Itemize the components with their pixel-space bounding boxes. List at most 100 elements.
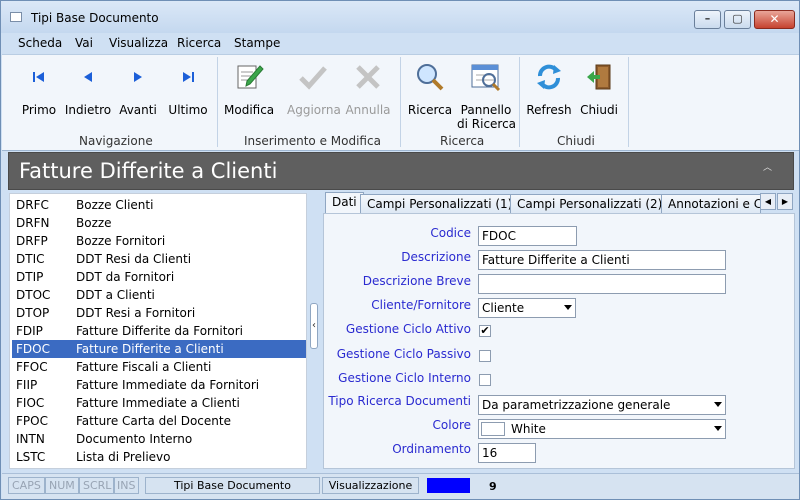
list-item[interactable]: DRFP Bozze Fornitori: [12, 232, 306, 250]
exit-button[interactable]: Chiudi: [579, 61, 619, 117]
tipo-ricerca-select[interactable]: Da parametrizzazione generale: [478, 395, 726, 415]
list-item[interactable]: DTOP DDT Resi a Fornitori: [12, 304, 306, 322]
cliente-fornitore-label: Cliente/Fornitore: [371, 298, 471, 312]
refresh-icon: [532, 61, 566, 93]
edit-button[interactable]: Modifica: [224, 61, 274, 117]
collapse-chevron-icon[interactable]: ︿: [763, 160, 772, 173]
menu-scheda[interactable]: Scheda: [18, 36, 62, 50]
tab-annotazioni[interactable]: Annotazioni e C: [661, 194, 762, 213]
tab-campi-personalizzati-2[interactable]: Campi Personalizzati (2): [510, 194, 670, 213]
status-count: 9: [489, 480, 497, 493]
search-label: Ricerca: [407, 103, 453, 117]
list-item[interactable]: FDOC Fatture Differite a Clienti: [12, 340, 306, 358]
close-button[interactable]: ✕: [754, 10, 795, 29]
cliente-fornitore-select[interactable]: Cliente: [478, 298, 576, 318]
list-item-description: Bozze Fornitori: [76, 234, 166, 248]
list-item[interactable]: DRFC Bozze Clienti: [12, 196, 306, 214]
panel-splitter[interactable]: ‹: [309, 193, 319, 469]
status-module: Tipi Base Documento: [145, 477, 320, 494]
descrizione-breve-label: Descrizione Breve: [362, 274, 471, 288]
exit-label: Chiudi: [580, 103, 618, 117]
color-swatch: [481, 422, 505, 436]
ordinamento-field[interactable]: 16: [478, 443, 536, 463]
search-panel-label: Pannello di Ricerca: [457, 103, 517, 131]
menu-vai[interactable]: Vai: [75, 36, 93, 50]
previous-record-icon: [71, 61, 105, 93]
last-record-button[interactable]: Ultimo: [168, 61, 208, 117]
next-record-button[interactable]: Avanti: [119, 61, 157, 117]
group-label-inserimento: Inserimento e Modifica: [244, 134, 381, 148]
previous-record-button[interactable]: Indietro: [64, 61, 112, 117]
toolbar-ribbon: Primo Indietro Avanti Ultimo Navigazione…: [2, 54, 799, 151]
list-item[interactable]: DTIC DDT Resi da Clienti: [12, 250, 306, 268]
first-record-icon: [22, 61, 56, 93]
document-type-list[interactable]: DRFC Bozze Clienti DRFN Bozze DRFP Bozze Forn…: [9, 193, 307, 469]
app-window: Tipi Base Documento – ▢ ✕ Scheda Vai Vis…: [0, 0, 800, 500]
list-item-code: DTOP: [16, 306, 50, 320]
first-record-label: Primo: [21, 103, 57, 117]
list-item[interactable]: FIOC Fatture Immediate a Clienti: [12, 394, 306, 412]
list-item-code: FDOC: [16, 342, 50, 356]
menu-stampe[interactable]: Stampe: [234, 36, 280, 50]
tab-campi-personalizzati-1[interactable]: Campi Personalizzati (1): [360, 194, 520, 213]
menu-visualizza[interactable]: Visualizza: [109, 36, 168, 50]
colore-label: Colore: [432, 418, 471, 432]
menu-ricerca[interactable]: Ricerca: [177, 36, 221, 50]
list-item-code: FFOC: [16, 360, 48, 374]
cancel-label: Annulla: [345, 103, 391, 117]
list-item[interactable]: FDIP Fatture Differite da Fornitori: [12, 322, 306, 340]
gestione-ciclo-attivo-checkbox[interactable]: ✔: [479, 325, 491, 337]
codice-field[interactable]: FDOC: [478, 226, 577, 246]
gestione-ciclo-interno-checkbox[interactable]: [479, 374, 491, 386]
search-button[interactable]: Ricerca: [407, 61, 453, 117]
list-item-description: DDT da Fornitori: [76, 270, 175, 284]
collapse-left-panel-icon[interactable]: ‹: [310, 303, 318, 349]
list-item-code: LSTC: [16, 450, 46, 464]
group-divider: [217, 57, 218, 147]
list-item[interactable]: DTIP DDT da Fornitori: [12, 268, 306, 286]
list-item-description: Fatture Differite da Fornitori: [76, 324, 244, 338]
gestione-ciclo-passivo-checkbox[interactable]: [479, 350, 491, 362]
list-item[interactable]: DRFN Bozze: [12, 214, 306, 232]
next-record-icon: [121, 61, 155, 93]
minimize-button[interactable]: –: [694, 10, 721, 29]
cliente-fornitore-value: Cliente: [482, 301, 525, 315]
search-panel-label-line2: di Ricerca: [457, 117, 517, 131]
maximize-icon: ▢: [732, 12, 743, 25]
list-item[interactable]: FPOC Fatture Carta del Docente: [12, 412, 306, 430]
cancel-button[interactable]: Annulla: [345, 61, 391, 117]
list-item-code: DRFC: [16, 198, 49, 212]
tab-scroll-right-icon[interactable]: ▶: [777, 193, 793, 210]
search-panel-icon: [469, 61, 503, 93]
colore-select[interactable]: White: [478, 419, 726, 439]
chevron-down-icon: [714, 426, 722, 431]
colore-value: White: [511, 422, 546, 436]
list-item[interactable]: FFOC Fatture Fiscali a Clienti: [12, 358, 306, 376]
chevron-down-icon: [714, 402, 722, 407]
list-item[interactable]: LSTC Lista di Prelievo: [12, 448, 306, 466]
first-record-button[interactable]: Primo: [20, 61, 58, 117]
list-item[interactable]: INTN Documento Interno: [12, 430, 306, 448]
tab-scroll-left-icon[interactable]: ◀: [760, 193, 776, 210]
list-item-description: Lista di Prelievo: [76, 450, 171, 464]
record-title: Fatture Differite a Clienti: [19, 159, 278, 183]
close-icon: ✕: [769, 12, 780, 26]
window-title: Tipi Base Documento: [31, 11, 159, 25]
list-item-code: DRFN: [16, 216, 50, 230]
update-button[interactable]: Aggiorna: [287, 61, 341, 117]
search-panel-button[interactable]: Pannello di Ricerca: [457, 61, 517, 131]
refresh-button[interactable]: Refresh: [525, 61, 573, 117]
descrizione-breve-field[interactable]: [478, 274, 726, 294]
scrl-indicator: SCRL: [79, 477, 116, 494]
search-panel-label-line1: Pannello: [460, 103, 512, 117]
descrizione-field[interactable]: Fatture Differite a Clienti: [478, 250, 726, 270]
codice-label: Codice: [430, 226, 471, 240]
maximize-button[interactable]: ▢: [724, 10, 751, 29]
list-item-code: DRFP: [16, 234, 48, 248]
tab-dati[interactable]: Dati: [325, 192, 364, 213]
list-item[interactable]: FIIP Fatture Immediate da Fornitori: [12, 376, 306, 394]
list-item-code: FIOC: [16, 396, 45, 410]
group-divider: [400, 57, 401, 147]
list-item[interactable]: DTOC DDT a Clienti: [12, 286, 306, 304]
group-label-ricerca: Ricerca: [440, 134, 485, 148]
